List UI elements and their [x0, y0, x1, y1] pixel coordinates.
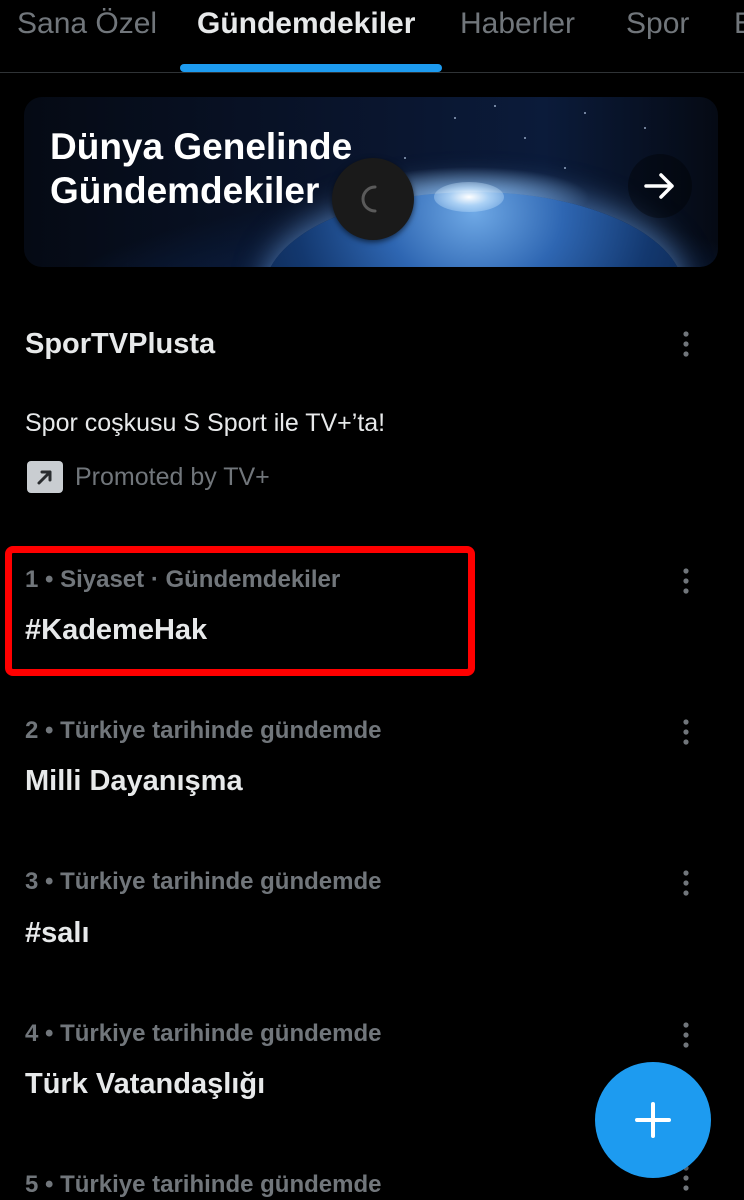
more-options-icon[interactable]	[672, 1017, 700, 1053]
tab-e[interactable]: E	[734, 6, 744, 42]
more-options-icon[interactable]	[672, 326, 700, 362]
active-tab-indicator	[180, 64, 442, 72]
compose-button[interactable]	[595, 1062, 711, 1178]
promoted-label: Promoted by TV+	[75, 463, 270, 491]
trend-meta: 2 • Türkiye tarihinde gündemde	[25, 717, 382, 744]
sunrise-glow	[434, 182, 504, 212]
tab-gundemdekiler[interactable]: Gündemdekiler	[197, 6, 415, 42]
star	[524, 137, 526, 139]
tab-sana-ozel[interactable]: Sana Özel	[17, 6, 157, 42]
trend-meta: 4 • Türkiye tarihinde gündemde	[25, 1020, 382, 1047]
trend-name: #KademeHak	[25, 614, 208, 646]
promoted-title: SporTVPlusta	[25, 328, 216, 360]
promoted-arrow-icon	[27, 461, 63, 493]
more-options-icon[interactable]	[672, 865, 700, 901]
star	[644, 127, 646, 129]
star	[564, 167, 566, 169]
star	[454, 117, 456, 119]
trend-meta: 1 • Siyaset · Gündemdekiler	[25, 566, 341, 593]
trend-meta: 3 • Türkiye tarihinde gündemde	[25, 868, 382, 895]
promoted-description: Spor coşkusu S Sport ile TV+’ta!	[25, 409, 386, 437]
more-options-icon[interactable]	[672, 714, 700, 750]
trend-name: #salı	[25, 917, 90, 949]
star	[494, 105, 496, 107]
tab-spor[interactable]: Spor	[626, 6, 689, 42]
more-options-icon[interactable]	[672, 563, 700, 599]
trend-meta: 5 • Türkiye tarihinde gündemde	[25, 1171, 382, 1198]
trend-name: Milli Dayanışma	[25, 765, 243, 797]
trend-name: Türk Vatandaşlığı	[25, 1068, 266, 1100]
tab-haberler[interactable]: Haberler	[460, 6, 575, 42]
tab-bar: Sana Özel Gündemdekiler Haberler Spor E	[0, 0, 744, 73]
loading-spinner-icon	[332, 158, 414, 240]
arrow-right-icon[interactable]	[628, 154, 692, 218]
star	[584, 112, 586, 114]
plus-icon	[635, 1102, 671, 1138]
